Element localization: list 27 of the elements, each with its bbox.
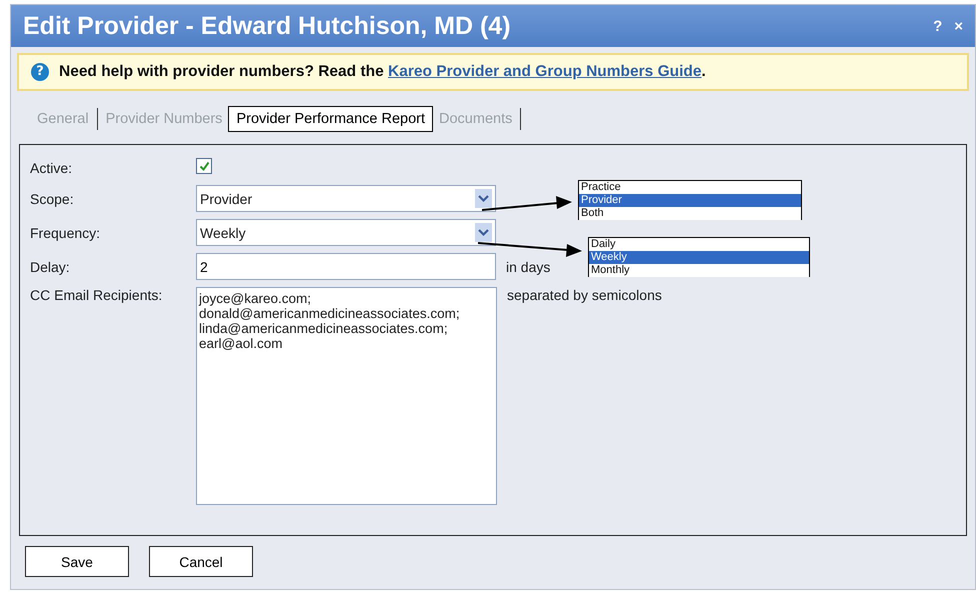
active-checkbox[interactable] xyxy=(196,158,212,174)
help-text: Need help with provider numbers? Read the Kareo Provider and Group Numbers Guide. xyxy=(59,63,706,81)
frequency-dropdown[interactable]: Weekly xyxy=(196,219,496,246)
chevron-down-icon xyxy=(475,223,492,242)
hint-text: separated by semicolons xyxy=(507,287,662,303)
option-item[interactable]: Both xyxy=(579,207,801,220)
help-icon: ? xyxy=(31,63,49,81)
email-recipients-field[interactable]: joyce@kareo.com; donald@americanmedicineassociates.com; linda@americanmedicineassociates.com; earl@aol.com xyxy=(196,287,497,505)
unit-text: in days xyxy=(506,258,550,274)
field-label: Delay: xyxy=(30,258,71,274)
option-item[interactable]: Daily xyxy=(589,238,809,251)
field-label: Active: xyxy=(30,160,74,176)
chevron-down-icon xyxy=(475,189,492,208)
option-item[interactable]: Weekly xyxy=(589,251,809,264)
option-item[interactable]: Provider xyxy=(579,194,801,207)
tab[interactable]: Provider Performance Report xyxy=(228,106,434,132)
window-title: Edit Provider - Edward Hutchison, MD (4) xyxy=(23,12,511,40)
guide-link[interactable]: Kareo Provider and Group Numbers Guide xyxy=(388,63,702,80)
option-item[interactable]: Practice xyxy=(579,181,801,194)
field-label: Frequency: xyxy=(30,224,102,240)
save-button[interactable]: Save xyxy=(25,546,129,577)
field-label: CC Email Recipients: xyxy=(30,287,164,303)
option-item[interactable]: Monthly xyxy=(589,264,809,277)
delay-field[interactable]: 2 xyxy=(196,253,496,280)
field-label: Scope: xyxy=(30,190,75,206)
cancel-button[interactable]: Cancel xyxy=(149,546,253,577)
scope-dropdown[interactable]: Provider xyxy=(196,185,496,212)
